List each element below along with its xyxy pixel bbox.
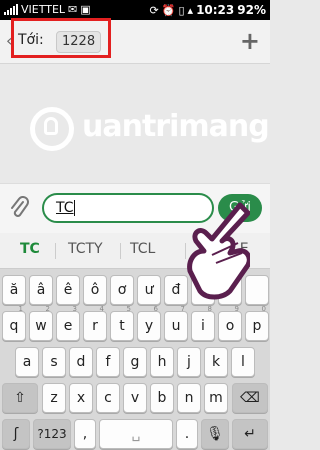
handwriting-icon: ʃ: [13, 426, 19, 442]
watermark-bulb-icon: [44, 117, 58, 135]
suggestion-item[interactable]: TC: [20, 241, 40, 257]
carrier-name: VIETTEL: [21, 3, 66, 16]
key-subscript: 7: [180, 305, 185, 313]
key-x[interactable]: x: [69, 383, 93, 413]
microphone-key[interactable]: 🎙: [201, 419, 229, 449]
key-subscript: 5: [126, 305, 131, 313]
key-q[interactable]: 1q: [2, 305, 26, 341]
space-key[interactable]: ␣: [99, 419, 173, 449]
message-text: TC: [56, 200, 74, 216]
key-a-circumflex[interactable]: â: [29, 275, 53, 305]
watermark-text: uantrimang: [82, 109, 270, 144]
key-a-breve[interactable]: ă: [2, 275, 26, 305]
key-d[interactable]: d: [69, 347, 93, 377]
clock-time: 10:23: [196, 3, 235, 17]
key-w[interactable]: 2w: [29, 305, 53, 341]
signal-icon: [4, 4, 18, 15]
key-t[interactable]: 5t: [110, 305, 134, 341]
key-e[interactable]: 3e: [56, 305, 80, 341]
key-c[interactable]: c: [96, 383, 120, 413]
comma-key[interactable]: ,: [74, 419, 96, 449]
suggestion-divider: [55, 243, 56, 259]
key-o[interactable]: 9o: [218, 305, 242, 341]
key-i[interactable]: 8i: [191, 305, 215, 341]
status-bar: VIETTEL ✉ ▣ ⟳ ⏰ ▯ ▴ 10:23 92%: [0, 0, 270, 20]
suggestion-divider: [120, 243, 121, 259]
microphone-icon: 🎙: [206, 426, 224, 442]
sync-icon: ⟳: [149, 3, 159, 17]
suggestion-item[interactable]: TCL: [130, 241, 155, 257]
battery-percent: 92%: [237, 3, 266, 17]
key-e-circumflex[interactable]: ê: [56, 275, 80, 305]
key-g[interactable]: g: [123, 347, 147, 377]
shift-arrow-icon: ⇧: [14, 390, 26, 406]
pointing-hand-icon: [187, 202, 250, 300]
key-label: u: [171, 318, 181, 334]
key-label: y: [144, 318, 154, 334]
key-label: q: [9, 318, 19, 334]
alarm-icon: ⏰: [161, 3, 176, 17]
key-k[interactable]: k: [204, 347, 228, 377]
mail-icon: ✉: [68, 3, 78, 16]
key-u[interactable]: 7u: [164, 305, 188, 341]
key-a[interactable]: a: [15, 347, 39, 377]
recipient-highlight-box: [11, 18, 111, 58]
image-icon: ▣: [80, 3, 91, 16]
handwriting-key[interactable]: ʃ: [2, 419, 30, 449]
key-o-circumflex[interactable]: ô: [83, 275, 107, 305]
key-label: i: [201, 318, 205, 334]
key-z[interactable]: z: [42, 383, 66, 413]
space-bar-icon: ␣: [131, 426, 141, 442]
key-j[interactable]: j: [177, 347, 201, 377]
key-label: r: [92, 318, 98, 334]
enter-arrow-icon: ↵: [244, 426, 256, 442]
key-v[interactable]: v: [123, 383, 147, 413]
key-label: e: [63, 318, 73, 334]
suggestion-item[interactable]: TCTY: [68, 241, 103, 257]
shift-key[interactable]: ⇧: [2, 383, 38, 413]
text-cursor: [73, 200, 75, 216]
network-icon: ▴: [187, 3, 194, 17]
key-subscript: 1: [18, 305, 23, 313]
watermark-logo: uantrimang: [30, 105, 270, 155]
key-subscript: 8: [207, 305, 212, 313]
key-subscript: 0: [261, 305, 266, 313]
key-s[interactable]: s: [42, 347, 66, 377]
key-l[interactable]: l: [231, 347, 255, 377]
key-subscript: 6: [153, 305, 158, 313]
attachment-paperclip-icon[interactable]: [8, 196, 30, 220]
key-subscript: 3: [72, 305, 77, 313]
backspace-key[interactable]: ⌫: [232, 383, 268, 413]
key-y[interactable]: 6y: [137, 305, 161, 341]
backspace-icon: ⌫: [240, 390, 260, 406]
key-f[interactable]: f: [96, 347, 120, 377]
key-b[interactable]: b: [150, 383, 174, 413]
add-recipient-plus-icon[interactable]: +: [240, 27, 260, 55]
vibrate-icon: ▯: [178, 3, 185, 17]
key-p[interactable]: 0p: [245, 305, 269, 341]
key-subscript: 9: [234, 305, 239, 313]
numbers-key[interactable]: ?123: [33, 419, 71, 449]
key-subscript: 2: [45, 305, 50, 313]
key-subscript: 4: [99, 305, 104, 313]
key-label: o: [225, 318, 235, 334]
key-o-horn[interactable]: ơ: [110, 275, 134, 305]
key-h[interactable]: h: [150, 347, 174, 377]
key-u-horn[interactable]: ư: [137, 275, 161, 305]
key-r[interactable]: 4r: [83, 305, 107, 341]
key-label: t: [119, 318, 125, 334]
key-label: p: [252, 318, 262, 334]
key-m[interactable]: m: [204, 383, 228, 413]
key-n[interactable]: n: [177, 383, 201, 413]
enter-key[interactable]: ↵: [232, 419, 268, 449]
period-key[interactable]: .: [176, 419, 198, 449]
key-label: w: [35, 318, 47, 334]
